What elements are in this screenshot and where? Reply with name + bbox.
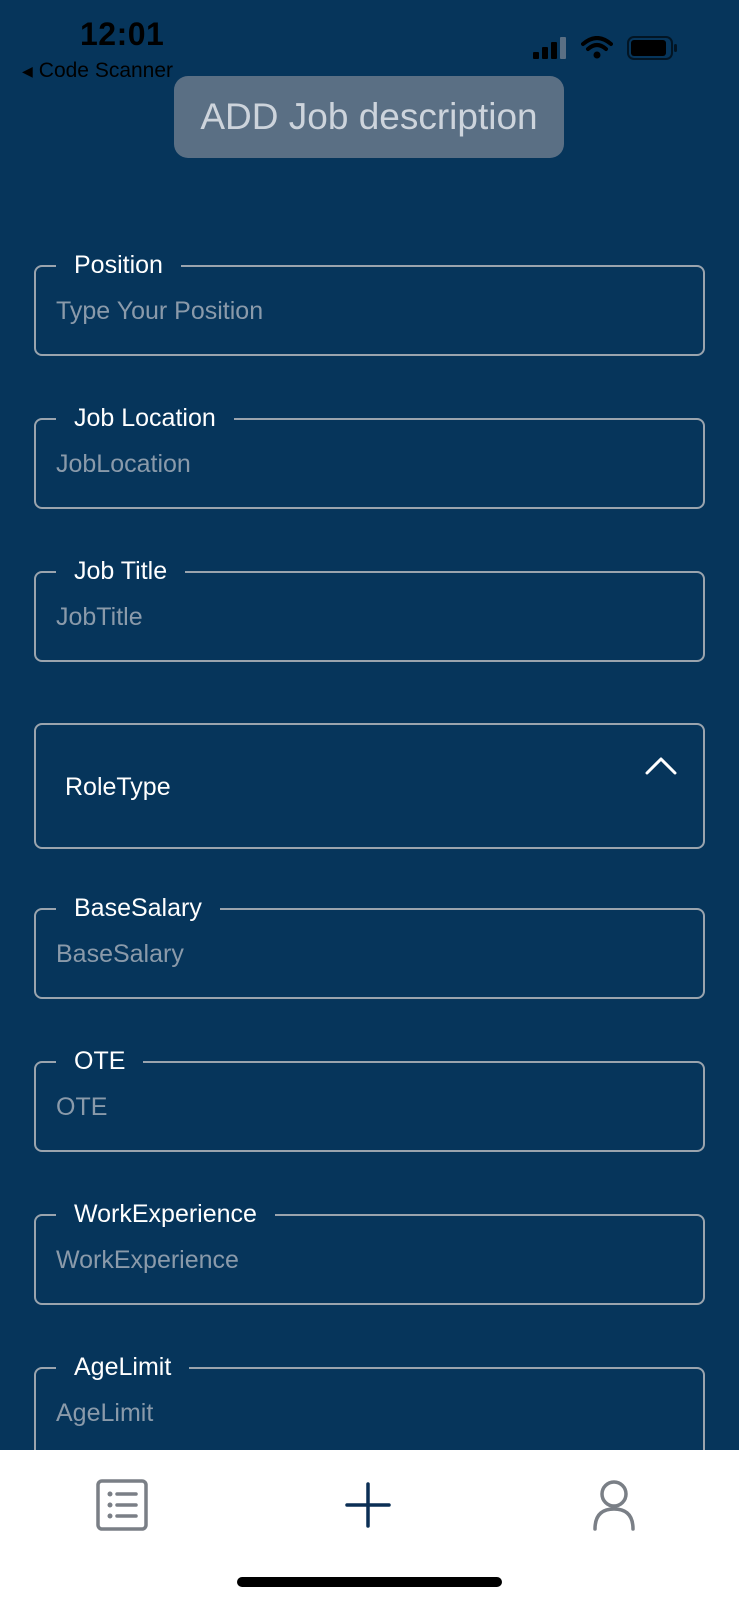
tab-profile[interactable]: [574, 1470, 654, 1540]
wifi-icon: [581, 36, 613, 59]
plus-icon: [345, 1482, 391, 1528]
age-limit-label: AgeLimit: [56, 1352, 190, 1382]
age-limit-input[interactable]: [56, 1399, 656, 1428]
back-link-label: Code Scanner: [38, 59, 174, 82]
job-title-label: Job Title: [56, 556, 186, 586]
back-to-app-link[interactable]: ◀ Code Scanner: [22, 59, 173, 83]
battery-icon: [627, 36, 677, 60]
work-experience-label: WorkExperience: [56, 1199, 275, 1229]
status-bar: 12:01 ◀ Code Scanner: [0, 0, 739, 83]
tab-job-list[interactable]: [82, 1470, 162, 1540]
role-type-select[interactable]: RoleType: [34, 723, 705, 849]
home-indicator: [237, 1577, 502, 1587]
position-field: Position: [34, 250, 705, 356]
role-type-value: RoleType: [65, 773, 171, 801]
signal-icon: [533, 37, 566, 59]
job-location-input[interactable]: [56, 450, 656, 479]
bottom-tab-bar: [0, 1450, 739, 1600]
base-salary-input[interactable]: [56, 940, 656, 969]
list-icon: [96, 1479, 148, 1531]
status-time: 12:01: [80, 16, 165, 52]
chevron-up-icon[interactable]: [645, 755, 677, 775]
base-salary-label: BaseSalary: [56, 893, 220, 923]
work-experience-input[interactable]: [56, 1246, 656, 1275]
add-job-description-title[interactable]: ADD Job description: [174, 76, 564, 158]
tab-add-job[interactable]: [328, 1470, 408, 1540]
age-limit-field: AgeLimit: [34, 1352, 705, 1458]
work-experience-field: WorkExperience: [34, 1199, 705, 1305]
position-label: Position: [56, 250, 181, 280]
ote-field: OTE: [34, 1046, 705, 1152]
ote-label: OTE: [56, 1046, 144, 1076]
job-location-field: Job Location: [34, 403, 705, 509]
job-title-input[interactable]: [56, 603, 656, 632]
base-salary-field: BaseSalary: [34, 893, 705, 999]
profile-icon: [593, 1480, 635, 1531]
job-title-field: Job Title: [34, 556, 705, 662]
back-arrow-icon: ◀: [22, 62, 33, 79]
ote-input[interactable]: [56, 1093, 656, 1122]
status-icons: [533, 36, 679, 60]
position-input[interactable]: [56, 297, 656, 326]
job-location-label: Job Location: [56, 403, 234, 433]
